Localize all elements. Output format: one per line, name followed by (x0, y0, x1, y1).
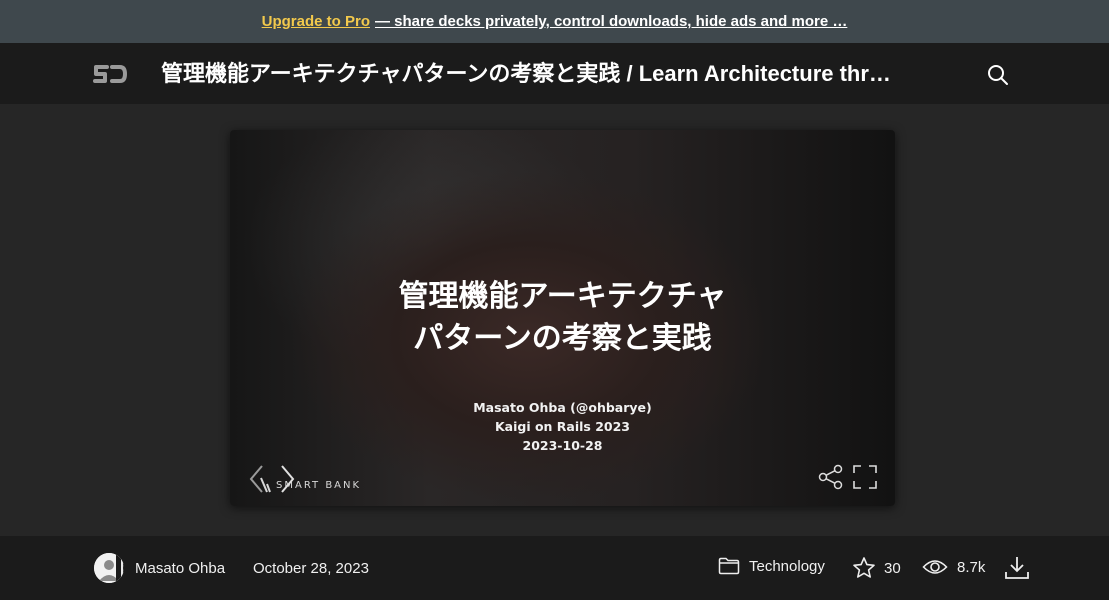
upgrade-features-link[interactable]: — share decks privately, control downloa… (375, 13, 847, 30)
eye-icon (922, 560, 948, 574)
slide-title-line-2: パターンの考察と実践 (413, 321, 712, 356)
smartbank-logo: SMART BANK (258, 475, 361, 495)
avatar-image-icon (94, 553, 124, 583)
category-label: Technology (749, 557, 825, 575)
share-icon[interactable] (818, 464, 844, 490)
chevron-right-icon[interactable] (278, 463, 296, 495)
speakerdeck-logo-icon[interactable] (93, 63, 127, 85)
publish-date: October 28, 2023 (253, 560, 369, 577)
category-link[interactable]: Technology (718, 557, 825, 575)
promo-banner: Upgrade to Pro — share decks privately, … (0, 0, 1109, 43)
search-icon[interactable] (986, 63, 1010, 87)
slide-viewer[interactable]: 管理機能アーキテクチャ パターンの考察と実践 Masato Ohba (@ohb… (230, 130, 895, 506)
star-count: 30 (884, 559, 901, 577)
star-button[interactable]: 30 (852, 556, 901, 580)
slide-event: Kaigi on Rails 2023 (494, 419, 631, 434)
slide-title: 管理機能アーキテクチャ パターンの考察と実践 (230, 276, 895, 360)
view-count-value: 8.7k (957, 558, 986, 576)
view-count: 8.7k (922, 557, 985, 577)
slide-meta: Masato Ohba (@ohbarye) Kaigi on Rails 20… (230, 398, 895, 455)
deck-info-bar: Masato Ohba October 28, 2023 Technology … (0, 536, 1109, 600)
header: 管理機能アーキテクチャパターンの考察と実践 / Learn Architectu… (0, 43, 1109, 104)
avatar[interactable] (94, 553, 124, 583)
slide-presenter: Masato Ohba (@ohbarye) (473, 400, 652, 415)
author-link[interactable]: Masato Ohba (135, 560, 225, 577)
slide-title-line-1: 管理機能アーキテクチャ (398, 279, 727, 314)
chevron-left-icon[interactable] (248, 463, 266, 495)
fullscreen-icon[interactable] (852, 464, 878, 490)
download-icon[interactable] (1004, 555, 1030, 581)
upgrade-to-pro-link[interactable]: Upgrade to Pro (262, 13, 370, 30)
folder-icon (718, 557, 740, 575)
star-icon (853, 557, 875, 578)
deck-viewer-area: 管理機能アーキテクチャ パターンの考察と実践 Masato Ohba (@ohb… (0, 104, 1109, 536)
slide-date: 2023-10-28 (522, 438, 603, 453)
deck-title: 管理機能アーキテクチャパターンの考察と実践 / Learn Architectu… (161, 61, 891, 86)
